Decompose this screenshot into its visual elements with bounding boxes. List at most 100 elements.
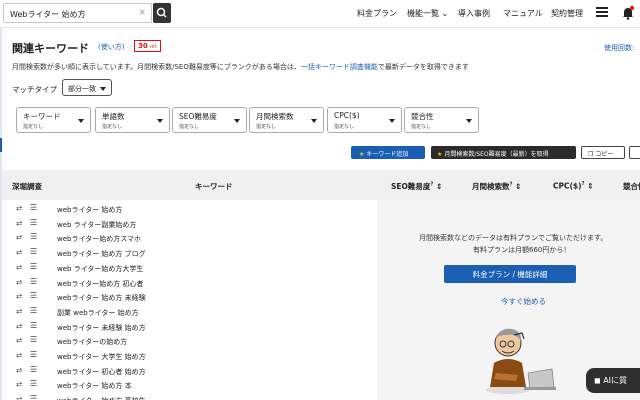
related-search-icon[interactable]: ⮂ (16, 219, 22, 229)
fetch-data-button[interactable]: ★ 月間検索数/SEO難易度（最新）を取得 (431, 146, 576, 159)
keyword-cell[interactable]: webライター 始め方 未経験 (57, 293, 146, 303)
nav-features[interactable]: 機能一覧 ⌄ (407, 8, 448, 19)
keyword-cell[interactable]: web ライター副業始め方 (57, 220, 136, 230)
sort-icon[interactable]: ⇕ (436, 182, 442, 191)
chat-icon: ◼ (594, 376, 601, 385)
search-input-value[interactable]: Webライター 始め方 (10, 9, 86, 20)
related-search-icon[interactable]: ⮂ (16, 366, 22, 376)
clear-icon[interactable]: × (138, 8, 146, 18)
related-search-icon[interactable]: ⮂ (16, 307, 22, 317)
keyword-cell[interactable]: webライター 始め方 本 (57, 381, 132, 391)
table-header: 深堀調査 キーワード SEO難易度? ⇕ 月間検索数? ⇕ CPC($)? ⇕ … (2, 170, 640, 200)
search-button[interactable] (153, 3, 171, 23)
help-icon[interactable]: ? (582, 181, 585, 187)
list-icon[interactable]: ☰ (30, 350, 37, 359)
list-icon[interactable]: ☰ (30, 218, 37, 227)
copy-button[interactable]: ❐ コピー (581, 146, 625, 159)
filter-monthly-volume[interactable]: 月間検索数 指定なし (249, 107, 324, 133)
list-icon[interactable]: ☰ (30, 291, 37, 300)
nav-pricing[interactable]: 料金プラン (357, 8, 397, 19)
start-now-link[interactable]: 今すぐ始める (501, 296, 546, 307)
table-row: ⮂ ☰ webライターの始め方 (2, 334, 377, 349)
star-icon: ★ (437, 151, 443, 158)
filter-cpc[interactable]: CPC($) 指定なし (327, 107, 402, 133)
related-search-icon[interactable]: ⮂ (16, 263, 22, 273)
keyword-cell[interactable]: webライター始め方スマホ (57, 234, 141, 244)
related-search-icon[interactable]: ⮂ (16, 395, 22, 400)
table-row: ⮂ ☰ webライター 初心者 始め方 (2, 364, 377, 379)
list-icon[interactable]: ☰ (30, 262, 37, 271)
bulk-research-link[interactable]: 一括キーワード調査機能 (301, 63, 378, 71)
description-before: 月間検索数が多い順に表示しています。月間検索数/SEO難易度等にブランクがある場… (12, 63, 301, 71)
filter-value: 指定なし (256, 124, 277, 130)
list-icon[interactable]: ☰ (30, 379, 37, 388)
list-icon[interactable]: ☰ (30, 232, 37, 241)
chevron-down-icon (389, 119, 395, 123)
col-seo-difficulty[interactable]: SEO難易度? ⇕ (391, 181, 442, 192)
list-icon[interactable]: ☰ (30, 365, 37, 374)
description-text: 月間検索数が多い順に表示しています。月間検索数/SEO難易度等にブランクがある場… (12, 62, 469, 72)
sort-icon[interactable]: ⇕ (515, 182, 521, 191)
nav-contract[interactable]: 契約管理 (551, 8, 583, 19)
related-search-icon[interactable]: ⮂ (16, 233, 22, 243)
keyword-cell[interactable]: webライター 始め方 (57, 205, 122, 215)
menu-icon[interactable] (596, 7, 608, 19)
nav-cases[interactable]: 導入事例 (458, 8, 490, 19)
list-icon[interactable]: ☰ (30, 394, 37, 400)
related-search-icon[interactable]: ⮂ (16, 292, 22, 302)
keyword-cell[interactable]: webライター始め方 初心者 (57, 279, 143, 289)
howto-link[interactable]: (使い方) (98, 42, 124, 52)
nav-manual[interactable]: マニュアル (503, 8, 543, 19)
keyword-cell[interactable]: webライター 未経験 始め方 (57, 323, 146, 333)
list-icon[interactable]: ☰ (30, 335, 37, 344)
related-search-icon[interactable]: ⮂ (16, 278, 22, 288)
col-seo-label: SEO難易度 (391, 182, 431, 191)
top-bar: Webライター 始め方 × 料金プラン 機能一覧 ⌄ 導入事例 マニュアル 契約… (0, 0, 640, 28)
description-after: で最新データを取得できます (377, 63, 469, 71)
list-icon[interactable]: ☰ (30, 203, 37, 212)
usage-count-link[interactable]: 使用回数: (604, 43, 634, 53)
keyword-cell[interactable]: webライター 大学生 始め方 (57, 352, 146, 362)
related-search-icon[interactable]: ⮂ (16, 351, 22, 361)
sort-icon[interactable]: ⇕ (587, 182, 593, 191)
col-monthly-volume[interactable]: 月間検索数? ⇕ (472, 181, 521, 192)
keyword-cell[interactable]: webライター 始め方 ブログ (57, 249, 146, 259)
related-search-icon[interactable]: ⮂ (16, 336, 22, 346)
help-icon[interactable]: ? (430, 182, 433, 188)
more-button[interactable] (629, 146, 640, 159)
col-keyword: キーワード (195, 182, 233, 191)
ai-chat-button[interactable]: ◼ AIに質 (586, 368, 640, 393)
filter-label: 単語数 (102, 112, 125, 121)
filter-label: SEO難易度 (179, 112, 217, 121)
keyword-cell[interactable]: webライター 初心者 始め方 (57, 367, 146, 377)
search-input[interactable]: Webライター 始め方 × (3, 3, 152, 23)
related-search-icon[interactable]: ⮂ (16, 380, 22, 390)
keyword-cell[interactable]: 副業 webライター 始め方 (57, 308, 139, 318)
keyword-cell[interactable]: webライター 始め方 高校生 (57, 396, 146, 400)
related-search-icon[interactable]: ⮂ (16, 248, 22, 258)
pricing-button[interactable]: 料金プラン / 機能詳細 (444, 265, 576, 283)
credit-badge: 30 HIT (134, 40, 161, 52)
related-search-icon[interactable]: ⮂ (16, 204, 22, 214)
keyword-cell[interactable]: web ライター始め方大学生 (57, 264, 143, 274)
filter-competition[interactable]: 競合性 指定なし (404, 107, 479, 133)
help-icon[interactable]: ? (510, 182, 513, 188)
match-type-value: 部分一致 (68, 85, 96, 93)
col-cpc[interactable]: CPC($)? ⇕ (553, 181, 593, 191)
table-row: ⮂ ☰ 副業 webライター 始め方 (2, 305, 377, 320)
filter-word-count[interactable]: 単語数 指定なし (95, 107, 170, 133)
list-icon[interactable]: ☰ (30, 306, 37, 315)
paid-price: 有料プランは月額660円から！ (473, 246, 571, 254)
keyword-cell[interactable]: webライターの始め方 (57, 337, 127, 347)
filter-keyword[interactable]: キーワード 指定なし (16, 107, 91, 133)
filter-seo-difficulty[interactable]: SEO難易度 指定なし (172, 107, 247, 133)
bell-icon[interactable] (621, 5, 635, 21)
list-icon[interactable]: ☰ (30, 321, 37, 330)
related-search-icon[interactable]: ⮂ (16, 322, 22, 332)
table-row: ⮂ ☰ web ライター副業始め方 (2, 217, 377, 232)
filter-label: 月間検索数 (256, 112, 294, 121)
list-icon[interactable]: ☰ (30, 277, 37, 286)
match-type-select[interactable]: 部分一致 (62, 79, 112, 96)
list-icon[interactable]: ☰ (30, 247, 37, 256)
add-keyword-button[interactable]: ★ キーワード追加 (351, 146, 425, 159)
